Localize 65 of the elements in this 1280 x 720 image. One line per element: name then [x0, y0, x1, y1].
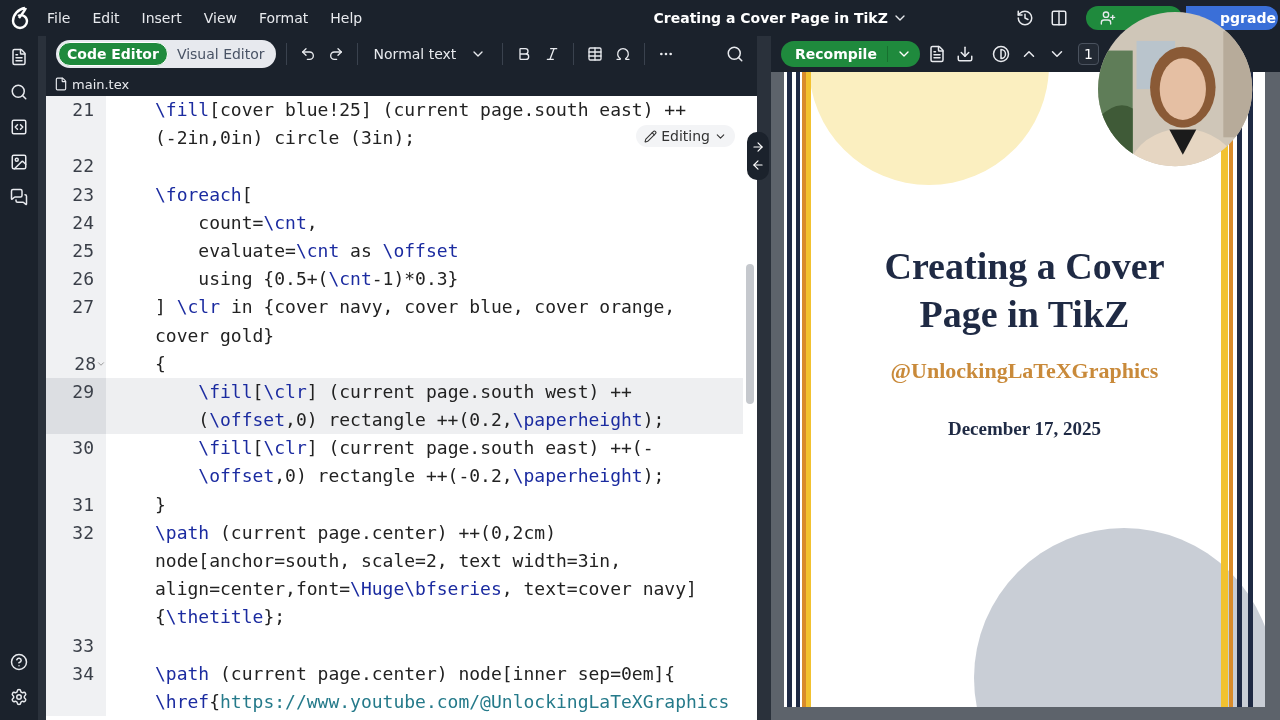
code-line: (-2in,0in) circle (3in);	[155, 126, 416, 151]
code-line: \fill[\clr] (current page.south west) ++	[197, 379, 632, 404]
text-style-dropdown[interactable]: Normal text	[367, 46, 493, 62]
recompile-button[interactable]: Recompile	[781, 41, 920, 67]
line-number: 24	[72, 210, 94, 235]
scrollbar-thumb[interactable]	[746, 264, 754, 404]
code-line: cover gold}	[155, 323, 275, 348]
line-number: 30	[72, 436, 94, 461]
code-line: {\thetitle};	[155, 605, 286, 630]
search-icon[interactable]	[10, 83, 28, 101]
pane-switcher[interactable]	[747, 132, 769, 180]
code-line: node[anchor=south, scale=2, text width=3in,	[155, 549, 621, 573]
line-number: 22	[72, 154, 94, 179]
file-icon[interactable]	[10, 48, 28, 66]
code-line: \fill[cover blue!25] (current page.south east) ++	[155, 98, 686, 122]
menu-item[interactable]: Help	[321, 10, 372, 26]
editing-dropdown[interactable]: Editing	[636, 125, 735, 147]
menu-item[interactable]: Format	[249, 10, 318, 26]
menu-item[interactable]: Insert	[132, 10, 191, 26]
code-line: \path (current page.center) node[inner sep=0em]{	[155, 661, 676, 686]
cover-date: December 17, 2025	[947, 418, 1102, 440]
menu-item[interactable]: View	[194, 10, 246, 26]
pencil-icon	[644, 129, 658, 143]
line-number: 32	[72, 520, 94, 545]
line-number: 33	[72, 633, 94, 658]
arrow-right-icon	[751, 140, 765, 154]
code-line: \path (current page.center) ++(0,2cm)	[155, 520, 556, 545]
line-number: 29	[72, 379, 94, 404]
code-line: evaluate=\cnt as \offset	[197, 238, 459, 263]
help-icon[interactable]	[10, 653, 28, 671]
code-line: count=\cnt,	[197, 210, 318, 235]
code-line: using {0.5+(\cnt-1)*0.3}	[197, 267, 459, 292]
line-number: 31	[72, 492, 94, 517]
add-user-icon	[1100, 10, 1117, 26]
line-number: 27	[72, 295, 94, 320]
line-number: 23	[72, 182, 94, 207]
code-line: \offset,0) rectangle ++(-0.2,\paperheight);	[197, 464, 665, 489]
line-number: 34	[72, 661, 94, 686]
line-number: 26	[72, 267, 94, 292]
menu-item[interactable]: File	[38, 10, 80, 26]
editor-mode-tab[interactable]: Code Editor	[58, 42, 168, 66]
line-number: 25	[72, 238, 94, 263]
code-line: align=center,font=\Huge\bfseries, text=cover navy]	[155, 577, 697, 602]
menu-item[interactable]: Edit	[83, 10, 129, 26]
code-line: \fill[\clr] (current page.south east) ++(-	[197, 436, 654, 461]
code-line: }	[155, 492, 166, 517]
chat-icon[interactable]	[10, 188, 28, 206]
code-line: {	[155, 351, 166, 376]
code-line: \foreach[	[155, 182, 253, 207]
file-tab[interactable]: main.tex	[54, 76, 130, 92]
editor-mode-tab[interactable]: Visual Editor	[167, 42, 274, 66]
page-number-field[interactable]: 1	[1077, 43, 1099, 65]
line-number: 21	[72, 98, 94, 122]
cover-title: Creating a Cover Page in TikZ	[883, 244, 1166, 337]
code-line: \href{https://www.youtube.com/@UnlockingLaTeXGraphics	[155, 689, 730, 714]
code-line: (\offset,0) rectangle ++(0.2,\paperheight);	[197, 408, 665, 433]
cover-handle: @UnlockingLaTeXGraphics	[890, 358, 1159, 384]
file-icon	[54, 77, 68, 91]
code-line: ] \clr in {cover navy, cover blue, cover orange,	[155, 295, 676, 320]
line-number: 28	[74, 351, 96, 376]
project-title[interactable]: Creating a Cover Page in TikZ	[653, 10, 888, 26]
settings-icon[interactable]	[10, 688, 28, 706]
arrow-left-icon	[751, 158, 765, 172]
image-icon[interactable]	[10, 153, 28, 171]
code-icon[interactable]	[10, 118, 28, 136]
